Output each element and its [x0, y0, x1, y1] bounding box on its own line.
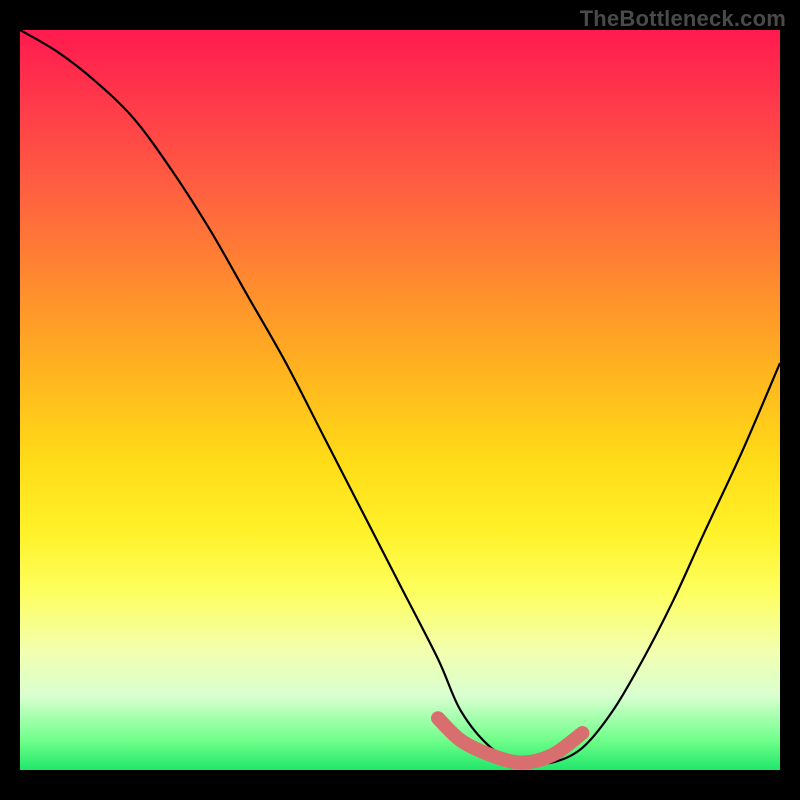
watermark-text: TheBottleneck.com — [580, 6, 786, 32]
chart-stage: TheBottleneck.com — [0, 0, 800, 800]
curve-left-branch — [20, 30, 522, 763]
plot-area — [20, 30, 780, 770]
curve-right-branch — [522, 363, 780, 764]
optimal-range-highlight — [438, 718, 582, 762]
bottleneck-curve-svg — [20, 30, 780, 770]
